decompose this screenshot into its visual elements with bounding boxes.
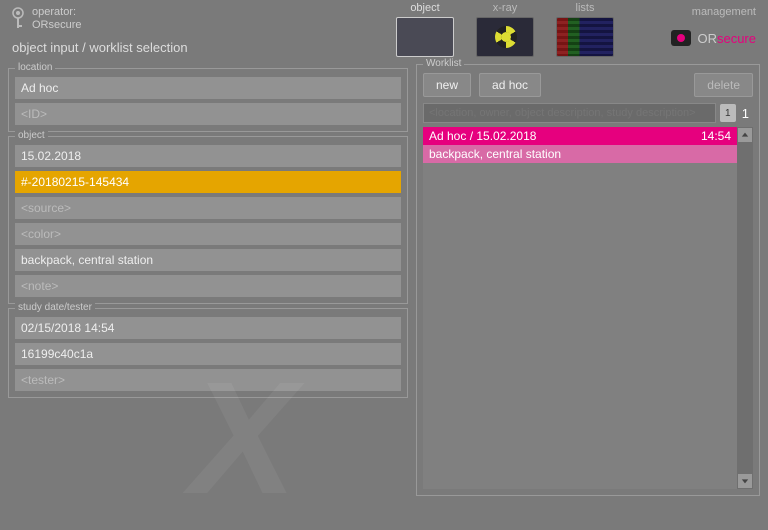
- worklist-list: Ad hoc / 15.02.2018 14:54 backpack, cent…: [423, 127, 737, 489]
- nav-object[interactable]: object: [394, 2, 456, 57]
- delete-button[interactable]: delete: [694, 73, 753, 97]
- scroll-up-icon[interactable]: [738, 128, 752, 142]
- panel-study: study date/tester 02/15/2018 14:54 16199…: [8, 308, 408, 398]
- adhoc-button[interactable]: ad hoc: [479, 73, 541, 97]
- study-datetime-field[interactable]: 02/15/2018 14:54: [15, 317, 401, 339]
- scroll-down-icon[interactable]: [738, 474, 752, 488]
- worklist-row-time: 14:54: [701, 129, 731, 143]
- study-code-field[interactable]: 16199c40c1a: [15, 343, 401, 365]
- location-value[interactable]: Ad hoc: [15, 77, 401, 99]
- brand-dot-icon: [671, 30, 691, 46]
- nav-object-thumb: [396, 17, 454, 57]
- nav-xray-label: x-ray: [493, 2, 517, 14]
- worklist-count: 1: [742, 106, 749, 121]
- worklist-row[interactable]: Ad hoc / 15.02.2018 14:54 backpack, cent…: [423, 127, 737, 163]
- location-id-field[interactable]: <ID>: [15, 103, 401, 125]
- panel-object-label: object: [15, 130, 48, 141]
- panel-study-label: study date/tester: [15, 302, 95, 313]
- object-note-field[interactable]: <note>: [15, 275, 401, 297]
- page-subtitle: object input / worklist selection: [12, 40, 188, 55]
- object-date-field[interactable]: 15.02.2018: [15, 145, 401, 167]
- brand-or: OR: [697, 31, 717, 46]
- nav-lists[interactable]: lists: [554, 2, 616, 57]
- worklist-row-subtitle: backpack, central station: [423, 145, 737, 163]
- operator-label: operator:: [32, 6, 82, 19]
- operator-value: ORsecure: [32, 19, 82, 32]
- panel-location: location Ad hoc <ID>: [8, 68, 408, 132]
- panel-location-label: location: [15, 62, 55, 73]
- new-button[interactable]: new: [423, 73, 471, 97]
- object-source-field[interactable]: <source>: [15, 197, 401, 219]
- object-color-field[interactable]: <color>: [15, 223, 401, 245]
- key-icon: [10, 7, 26, 31]
- nav-lists-label: lists: [576, 2, 595, 14]
- object-description-field[interactable]: backpack, central station: [15, 249, 401, 271]
- nav-xray-thumb: [476, 17, 534, 57]
- panel-object: object 15.02.2018 #-20180215-145434 <sou…: [8, 136, 408, 304]
- nav-management[interactable]: management: [692, 6, 756, 18]
- nav-xray[interactable]: x-ray: [474, 2, 536, 57]
- panel-worklist: Worklist new ad hoc delete 1 1 Ad hoc / …: [416, 64, 760, 496]
- scrollbar[interactable]: [737, 127, 753, 489]
- filter-input[interactable]: [423, 103, 716, 123]
- filter-badge[interactable]: 1: [720, 104, 736, 122]
- object-ref-field[interactable]: #-20180215-145434: [15, 171, 401, 193]
- brand-secure: secure: [717, 31, 756, 46]
- brand-badge: ORsecure: [671, 30, 756, 46]
- worklist-row-title: Ad hoc / 15.02.2018: [429, 129, 536, 143]
- nav-object-label: object: [410, 2, 439, 14]
- nav-lists-thumb: [556, 17, 614, 57]
- study-tester-field[interactable]: <tester>: [15, 369, 401, 391]
- panel-worklist-label: Worklist: [423, 58, 464, 69]
